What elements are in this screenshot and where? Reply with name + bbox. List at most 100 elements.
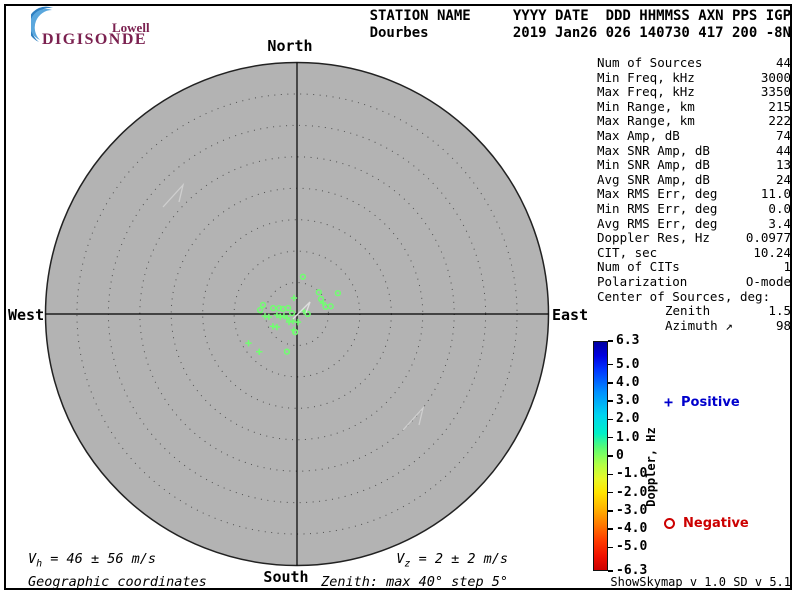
colorbar-tick — [608, 510, 613, 512]
center-of-sources-heading: Center of Sources, deg: — [597, 288, 771, 304]
stat-value: 0.0 — [768, 200, 791, 216]
stat-label: Azimuth ↗ — [665, 317, 733, 333]
horizontal-velocity-value: Vh = 46 ± 56 m/s — [28, 551, 156, 570]
colorbar-tick — [608, 546, 613, 549]
stat-row: Avg SNR Amp, dB 24 — [597, 171, 791, 188]
colorbar-tick-label: -5.0 — [616, 539, 648, 555]
positive-marker-icon: + — [664, 393, 674, 411]
stat-row: Azimuth ↗ 98 — [597, 317, 791, 334]
colorbar-tick-label: 1.0 — [616, 429, 640, 445]
stat-row: Max RMS Err, deg 11.0 — [597, 187, 791, 202]
stat-row: Max SNR Amp, dB 44 — [597, 142, 791, 159]
compass-south-label: South — [263, 568, 309, 586]
colorbar-tick-label: -2.0 — [616, 484, 648, 500]
stats-rows: Num of Sources 44 Min Freq, kHz 3000 Max Fre… — [597, 55, 791, 290]
header-station-values: Dourbes 2019 Jan26 026 140730 417 200 -8… — [369, 25, 791, 41]
colorbar-tick-label: 0 — [616, 447, 624, 463]
stat-label: Max RMS Err, deg — [597, 186, 718, 202]
colorbar-tick-label: 5.0 — [616, 356, 640, 372]
stat-value: 13 — [775, 157, 791, 173]
stat-label: Avg SNR Amp, dB — [597, 171, 710, 187]
compass-north-label: North — [267, 37, 313, 55]
colorbar-tick — [608, 528, 613, 530]
stat-row: Min SNR Amp, dB 13 — [597, 158, 791, 173]
center-of-sources-rows: Zenith 1.5 Azimuth ↗ 98 — [597, 303, 791, 334]
legend-negative-label: Negative — [683, 516, 749, 531]
stat-label: Avg RMS Err, deg — [597, 215, 718, 231]
stat-row: Min Freq, kHz 3000 — [597, 69, 791, 86]
stat-row: Min Range, km 215 — [597, 98, 791, 115]
skymap — [44, 61, 550, 567]
legend-positive-label: Positive — [681, 395, 740, 410]
stat-value: 44 — [775, 142, 791, 158]
stat-row: Zenith 1.5 — [597, 303, 791, 319]
stat-value: 98 — [775, 317, 791, 333]
colorbar-ticks: 6.3 5.0 4.0 3.0 2.0 1.0 0 -1.0 -2.0 -3.0 -4.0 -5.0-… — [608, 333, 648, 578]
stat-label: Num of Sources — [597, 55, 703, 70]
logo-digisonde-text: DIGISONDE — [42, 31, 148, 48]
colorbar-tick — [608, 340, 613, 342]
colorbar-tick-label: -1.0 — [616, 466, 648, 481]
colorbar-tick — [608, 570, 613, 572]
stat-value: 3350 — [760, 84, 791, 100]
colorbar-tick-label: 3.0 — [616, 392, 640, 408]
colorbar-title: Doppler, Hz — [644, 427, 658, 507]
stat-label: Num of CITs — [597, 259, 680, 275]
zenith-range-label: Zenith: max 40° step 5° — [321, 574, 508, 590]
stat-row: CIT, sec 10.24 — [597, 244, 791, 261]
stat-value: 3000 — [760, 69, 791, 85]
stat-value: 3.4 — [768, 215, 791, 231]
legend-negative: Negative — [664, 516, 749, 531]
legend-positive: + Positive — [664, 393, 740, 411]
colorbar-tick — [608, 436, 613, 439]
stat-row: Min RMS Err, deg 0.0 — [597, 200, 791, 217]
stat-row: Avg RMS Err, deg 3.4 — [597, 215, 791, 232]
stat-label: Max SNR Amp, dB — [597, 142, 710, 158]
stat-row: Polarization O-mode — [597, 273, 791, 290]
stat-value: 11.0 — [760, 186, 791, 202]
vertical-velocity-value: Vz = 2 ± 2 m/s — [396, 551, 508, 570]
stat-label: Max Freq, kHz — [597, 84, 695, 100]
stat-label: Doppler Res, Hz — [597, 230, 710, 246]
header-column-labels: STATION NAME YYYY DATE DDD HHMMSS AXN PP… — [369, 8, 791, 24]
stat-row: Doppler Res, Hz 0.0977 — [597, 231, 791, 246]
stat-value: 10.24 — [753, 244, 791, 260]
stat-label: Max Amp, dB — [597, 127, 680, 143]
compass-east-label: East — [552, 306, 589, 324]
colorbar-tick — [608, 400, 613, 402]
coordinate-system-label: Geographic coordinates — [28, 574, 207, 590]
doppler-colorbar — [593, 341, 608, 571]
colorbar-tick-label: 4.0 — [616, 374, 640, 390]
stat-label: Min SNR Amp, dB — [597, 157, 710, 173]
stat-label: Polarization — [597, 273, 688, 289]
colorbar-tick-label: 2.0 — [616, 411, 640, 427]
colorbar-tick — [608, 455, 613, 457]
colorbar-tick — [608, 363, 613, 366]
stat-value: 215 — [768, 98, 791, 114]
stat-value: 24 — [775, 171, 791, 187]
stat-row: Max Freq, kHz 3350 — [597, 85, 791, 100]
stat-value: 1 — [783, 259, 791, 275]
stat-label: Min Freq, kHz — [597, 69, 695, 85]
colorbar-tick-label: -4.0 — [616, 520, 648, 536]
stat-row: Max Amp, dB 74 — [597, 127, 791, 144]
stat-row: Max Range, km 222 — [597, 114, 791, 129]
negative-marker-icon — [664, 518, 675, 529]
stat-label: Min RMS Err, deg — [597, 200, 718, 216]
stat-value: O-mode — [745, 273, 791, 289]
stat-label: Zenith — [665, 303, 711, 319]
colorbar-tick-label: -3.0 — [616, 502, 648, 518]
colorbar-tick — [608, 418, 613, 421]
colorbar-tick — [608, 473, 613, 475]
colorbar-tick-label: 6.3 — [616, 332, 640, 348]
stat-row: Num of CITs 1 — [597, 260, 791, 275]
stat-row: Num of Sources 44 — [597, 55, 791, 71]
stat-value: 222 — [768, 113, 791, 129]
stats-panel: Num of Sources 44 Min Freq, kHz 3000 Max Fre… — [597, 55, 791, 334]
stat-label: Max Range, km — [597, 113, 695, 129]
software-version-label: ShowSkymap v 1.0 SD v 5.1 — [610, 575, 791, 589]
colorbar-tick — [608, 382, 613, 384]
stat-value: 0.0977 — [745, 230, 791, 246]
compass-west-label: West — [8, 306, 45, 324]
colorbar-tick — [608, 491, 613, 494]
